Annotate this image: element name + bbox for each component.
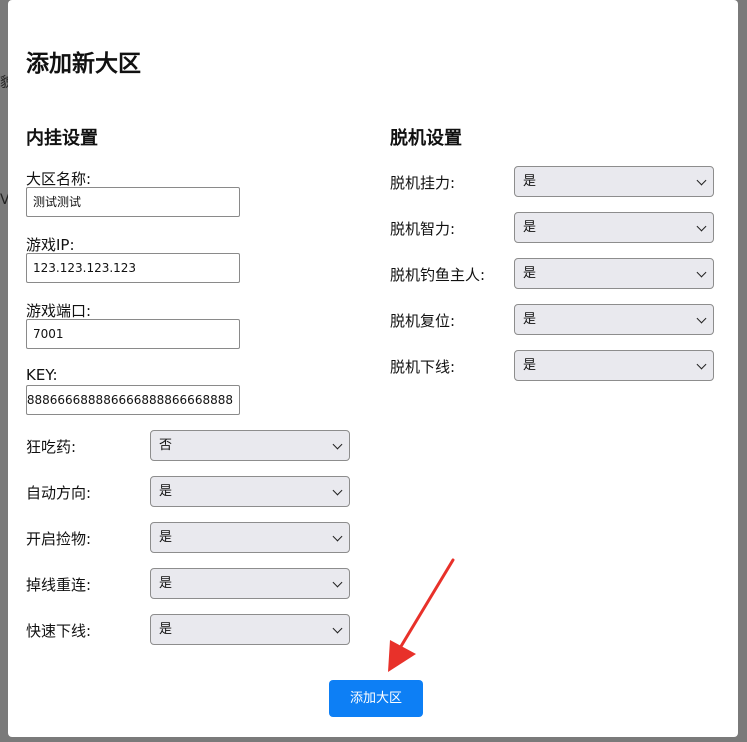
reconnect-select[interactable]: 是 bbox=[150, 568, 350, 599]
offline-fishing-value: 是 bbox=[523, 266, 537, 281]
key-input[interactable]: 58888666688886666888866668888 bbox=[26, 385, 240, 415]
quick-logout-value: 是 bbox=[159, 622, 173, 637]
modal-title: 添加新大区 bbox=[26, 51, 141, 77]
plugin-settings-title: 内挂设置 bbox=[26, 128, 98, 149]
offline-reset-label: 脱机复位: bbox=[390, 312, 456, 330]
chevron-down-icon bbox=[332, 485, 343, 496]
chevron-down-icon bbox=[696, 359, 707, 370]
offline-hang-value: 是 bbox=[523, 174, 537, 189]
quick-logout-select[interactable]: 是 bbox=[150, 614, 350, 645]
chevron-down-icon bbox=[696, 267, 707, 278]
auto-direction-select[interactable]: 是 bbox=[150, 476, 350, 507]
region-name-input[interactable]: 测试测试 bbox=[26, 187, 240, 217]
quick-logout-label: 快速下线: bbox=[26, 622, 92, 640]
offline-logout-label: 脱机下线: bbox=[390, 358, 456, 376]
auto-direction-label: 自动方向: bbox=[26, 484, 92, 502]
chevron-down-icon bbox=[696, 221, 707, 232]
game-port-label: 游戏端口: bbox=[26, 302, 92, 320]
auto-pickup-value: 是 bbox=[159, 530, 173, 545]
auto-pickup-select[interactable]: 是 bbox=[150, 522, 350, 553]
add-region-button[interactable]: 添加大区 bbox=[329, 680, 423, 717]
crazy-potion-value: 否 bbox=[159, 438, 173, 453]
offline-reset-select[interactable]: 是 bbox=[514, 304, 714, 335]
reconnect-value: 是 bbox=[159, 576, 173, 591]
crazy-potion-label: 狂吃药: bbox=[26, 438, 77, 456]
offline-logout-value: 是 bbox=[523, 358, 537, 373]
offline-hang-select[interactable]: 是 bbox=[514, 166, 714, 197]
crazy-potion-select[interactable]: 否 bbox=[150, 430, 350, 461]
offline-reset-value: 是 bbox=[523, 312, 537, 327]
game-ip-input[interactable]: 123.123.123.123 bbox=[26, 253, 240, 283]
offline-intellect-label: 脱机智力: bbox=[390, 220, 456, 238]
red-arrow-icon bbox=[388, 558, 455, 672]
chevron-down-icon bbox=[696, 175, 707, 186]
offline-fishing-label: 脱机钓鱼主人: bbox=[390, 266, 486, 284]
chevron-down-icon bbox=[332, 439, 343, 450]
offline-hang-label: 脱机挂力: bbox=[390, 174, 456, 192]
offline-fishing-select[interactable]: 是 bbox=[514, 258, 714, 289]
key-label: KEY: bbox=[26, 366, 58, 384]
chevron-down-icon bbox=[332, 623, 343, 634]
auto-pickup-label: 开启捡物: bbox=[26, 530, 92, 548]
add-region-modal: 添加新大区 内挂设置 大区名称: 测试测试 游戏IP: 123.123.123.… bbox=[8, 0, 738, 737]
region-name-label: 大区名称: bbox=[26, 170, 92, 188]
reconnect-label: 掉线重连: bbox=[26, 576, 92, 594]
game-ip-label: 游戏IP: bbox=[26, 236, 75, 254]
chevron-down-icon bbox=[696, 313, 707, 324]
auto-direction-value: 是 bbox=[159, 484, 173, 499]
chevron-down-icon bbox=[332, 531, 343, 542]
offline-intellect-select[interactable]: 是 bbox=[514, 212, 714, 243]
offline-intellect-value: 是 bbox=[523, 220, 537, 235]
chevron-down-icon bbox=[332, 577, 343, 588]
game-port-input[interactable]: 7001 bbox=[26, 319, 240, 349]
offline-settings-title: 脱机设置 bbox=[390, 128, 462, 149]
offline-logout-select[interactable]: 是 bbox=[514, 350, 714, 381]
